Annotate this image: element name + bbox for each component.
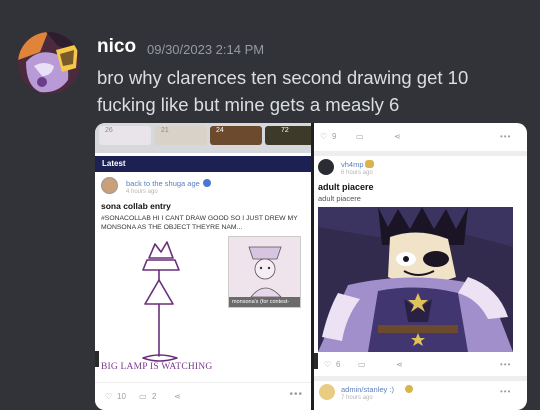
message-text: bro why clarences ten second drawing get… — [97, 67, 469, 115]
like-count: 6 — [336, 360, 341, 369]
comment-icon[interactable]: ▭ — [356, 132, 364, 141]
thumbnail-strip: 26 21 24 72 — [95, 123, 311, 153]
screenshot-left[interactable]: 26 21 24 72 Latest back to the shuga age… — [95, 123, 311, 410]
more-options-icon[interactable]: ••• — [500, 387, 511, 396]
username[interactable]: nico — [97, 36, 136, 58]
more-options-icon[interactable]: ••• — [289, 389, 303, 400]
image-attachment[interactable]: 26 21 24 72 Latest back to the shuga age… — [95, 123, 527, 410]
post-actions-left: ♡ 10 ▭ 2 ⋖ ••• — [95, 382, 311, 410]
post-body: #SONACOLLAB HI I CANT DRAW GOOD SO I JUS… — [101, 215, 298, 231]
post-title[interactable]: sona collab entry — [101, 201, 171, 211]
message-timestamp: 09/30/2023 2:14 PM — [147, 42, 265, 57]
like-count: 10 — [117, 392, 126, 401]
divider — [314, 376, 527, 381]
post-artwork[interactable] — [318, 207, 513, 352]
user-avatar[interactable] — [18, 32, 80, 94]
post-actions-top: ♡ 9 ▭ ⋖ ••• — [314, 123, 527, 151]
comment-count: 2 — [152, 392, 157, 401]
share-icon[interactable]: ⋖ — [396, 360, 403, 369]
more-options-icon[interactable]: ••• — [500, 132, 511, 141]
level-badge-icon — [405, 385, 413, 393]
share-icon[interactable]: ⋖ — [174, 392, 181, 401]
next-post-time: 7 hours ago — [341, 395, 373, 401]
comment-icon[interactable]: ▭ — [139, 392, 147, 401]
latest-section-bar: Latest — [95, 156, 311, 172]
like-icon[interactable]: ♡ — [105, 392, 112, 401]
post-subtitle: adult piacere — [318, 194, 361, 203]
level-badge-icon — [365, 160, 374, 168]
thumbnail-caption: monsona's (for contest-Cel... — [229, 297, 300, 307]
divider — [314, 151, 527, 156]
post-author-avatar[interactable] — [101, 177, 118, 194]
post-thumbnail[interactable]: monsona's (for contest-Cel... — [228, 236, 301, 308]
post-time: 6 hours ago — [341, 170, 373, 176]
post-time: 4 hours ago — [126, 189, 158, 195]
post-author[interactable]: back to the shuga age — [126, 179, 200, 188]
post-author[interactable]: vh4mp — [341, 160, 364, 169]
share-icon[interactable]: ⋖ — [394, 132, 401, 141]
strip-count: 26 — [105, 127, 113, 134]
like-icon[interactable]: ♡ — [324, 360, 331, 369]
post-actions-bottom: ♡ 6 ▭ ⋖ ••• — [314, 354, 527, 376]
strip-count: 21 — [161, 127, 169, 134]
like-count: 9 — [332, 132, 337, 141]
strip-count: 24 — [216, 127, 224, 134]
drag-handle[interactable] — [95, 351, 99, 367]
screenshot-right[interactable]: ♡ 9 ▭ ⋖ ••• vh4mp 6 hours ago adult piac… — [314, 123, 527, 410]
more-options-icon[interactable]: ••• — [500, 360, 511, 369]
like-icon[interactable]: ♡ — [320, 132, 327, 141]
drawing-caption: BIG LAMP IS WATCHING — [101, 362, 213, 372]
strip-count: 72 — [281, 127, 289, 134]
next-post-author[interactable]: admin/stanley :) — [341, 385, 394, 394]
next-post-author-avatar[interactable] — [319, 384, 335, 400]
section-label: Latest — [102, 159, 126, 168]
post-title[interactable]: adult piacere — [318, 182, 374, 192]
level-badge-icon — [203, 179, 211, 187]
comment-icon[interactable]: ▭ — [358, 360, 366, 369]
post-author-avatar[interactable] — [318, 159, 334, 175]
